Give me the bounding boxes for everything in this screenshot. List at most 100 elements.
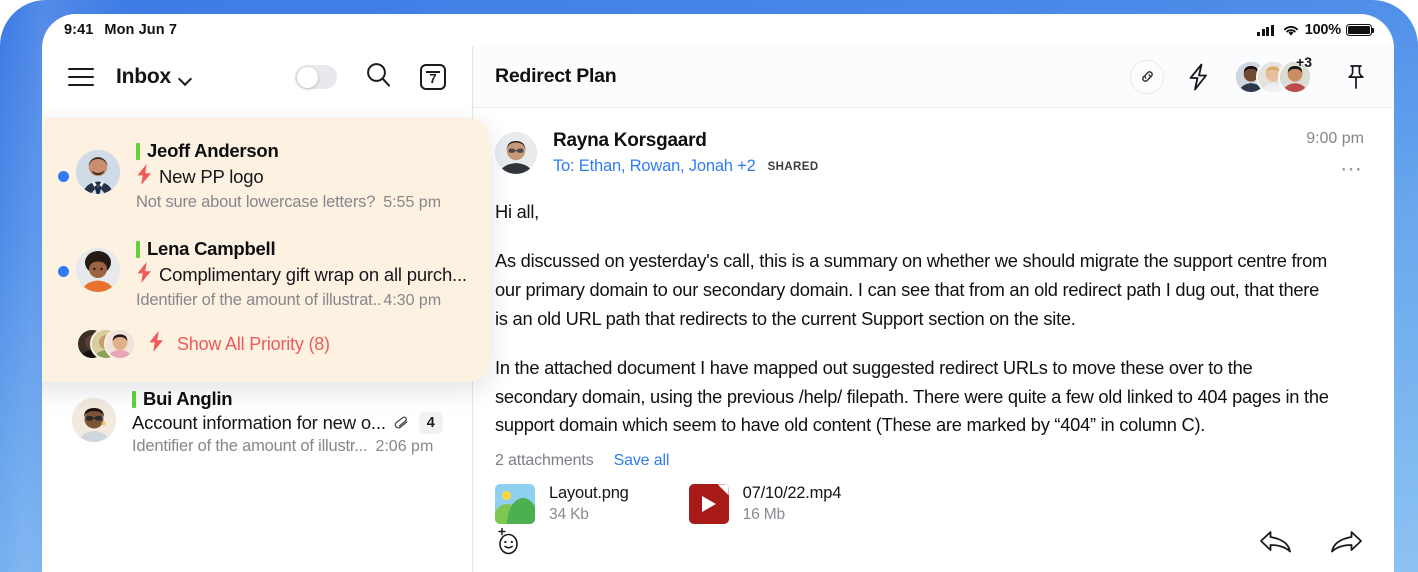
attachments-header: 2 attachments Save all <box>495 452 1364 470</box>
attachment-indicator: 4 <box>394 412 443 435</box>
main-panes: Inbox 7 Jeoff Anderson New PP logo Not s… <box>42 46 1394 572</box>
status-bar-left: 9:41 Mon Jun 7 <box>64 22 177 38</box>
sender-name: Jeoff Anderson <box>147 140 279 161</box>
priority-bar <box>136 142 140 160</box>
avatar <box>76 150 120 194</box>
message-meta: Rayna Korsgaard To: Ethan, Rowan, Jonah … <box>553 130 1306 176</box>
battery-icon <box>1346 23 1375 37</box>
show-all-priority-label: Show All Priority (8) <box>177 333 330 354</box>
mail-list-pane: Inbox 7 Jeoff Anderson New PP logo Not s… <box>42 46 490 572</box>
status-bar: 9:41 Mon Jun 7 100% <box>42 14 1394 46</box>
participants-avatars[interactable]: +3 <box>1234 54 1318 95</box>
priority-bar <box>136 240 140 258</box>
status-time: 9:41 <box>64 22 94 38</box>
unread-dot <box>58 170 69 182</box>
page-fold-shape <box>717 484 729 496</box>
list-item[interactable]: Jeoff Anderson New PP logo Not sure abou… <box>42 130 490 222</box>
message-header: Rayna Korsgaard To: Ethan, Rowan, Jonah … <box>495 130 1364 180</box>
sender-row: Bui Anglin <box>132 388 459 410</box>
message-recipients[interactable]: To: Ethan, Rowan, Jonah +2 <box>553 157 756 176</box>
focus-toggle[interactable] <box>295 65 337 89</box>
subject-row: Complimentary gift wrap on all purch... <box>136 262 474 288</box>
page-title: Inbox <box>116 65 171 88</box>
preview-row: Not sure about lowercase letters? 5:55 p… <box>136 193 474 212</box>
message-paragraph: As discussed on yesterday's call, this i… <box>495 249 1328 329</box>
message-timestamp: 9:00 pm <box>1306 130 1364 147</box>
list-item[interactable]: Bui Anglin Account information for new o… <box>42 376 473 468</box>
subject-text: Account information for new o... <box>132 412 386 434</box>
status-date: Mon Jun 7 <box>104 22 178 38</box>
lightning-bolt-icon <box>136 262 153 288</box>
preview-text: Not sure about lowercase letters? <box>136 193 376 211</box>
subject-text: New PP logo <box>159 166 264 187</box>
shared-badge: SHARED <box>767 160 819 173</box>
message-container: Rayna Korsgaard To: Ethan, Rowan, Jonah … <box>473 108 1394 525</box>
hamburger-menu-icon[interactable] <box>68 68 94 86</box>
calendar-icon[interactable]: 7 <box>420 64 446 90</box>
forward-arrow-icon[interactable] <box>1328 527 1364 555</box>
chevron-down-icon[interactable] <box>180 73 191 84</box>
unread-dot <box>58 265 69 277</box>
status-bar-right: 100% <box>1256 22 1375 38</box>
app-screen: 9:41 Mon Jun 7 100% Inbox 7 Jeoff Anders… <box>42 14 1394 572</box>
message-paragraph: In the attached document I have mapped o… <box>495 356 1329 436</box>
preview-row: Identifier of the amount of illustrat.. … <box>136 291 474 310</box>
list-item-body: Bui Anglin Account information for new o… <box>132 388 459 456</box>
list-item-body: Jeoff Anderson New PP logo Not sure abou… <box>136 140 474 212</box>
lightning-bolt-icon <box>148 331 165 357</box>
avatar-stack <box>76 326 142 362</box>
reading-pane: Redirect Plan +3 Rayna Korsgaard To: Eth… <box>473 46 1394 572</box>
calendar-day-number: 7 <box>429 71 437 86</box>
save-all-button[interactable]: Save all <box>614 452 670 470</box>
attachment-count: 4 <box>418 412 443 435</box>
avatar <box>104 328 136 360</box>
show-all-priority-button[interactable]: Show All Priority (8) <box>42 320 490 370</box>
thread-title: Redirect Plan <box>495 65 617 87</box>
priority-card: Jeoff Anderson New PP logo Not sure abou… <box>42 118 490 382</box>
list-item-body: Lena Campbell Complimentary gift wrap on… <box>136 238 474 310</box>
sun-shape <box>502 491 511 501</box>
subject-row: Account information for new o... 4 <box>132 412 459 435</box>
subject-row: New PP logo <box>136 164 474 190</box>
priority-bar <box>132 390 136 408</box>
timestamp: 2:06 pm <box>375 438 434 456</box>
attachment-name: Layout.png <box>549 484 629 503</box>
add-reaction-icon[interactable] <box>495 526 523 556</box>
message-action-bar <box>473 510 1394 572</box>
preview-text: Identifier of the amount of illustrat.. <box>136 291 382 309</box>
attachments-count: 2 attachments <box>495 452 594 470</box>
reading-pane-toolbar: Redirect Plan +3 <box>473 46 1394 108</box>
pin-icon[interactable] <box>1344 63 1368 91</box>
list-toolbar: Inbox 7 <box>42 46 472 108</box>
timestamp: 4:30 pm <box>383 292 442 309</box>
avatar <box>495 132 537 174</box>
timestamp: 5:55 pm <box>383 194 442 211</box>
lightning-bolt-icon[interactable] <box>1186 63 1210 91</box>
calendar-bar <box>426 71 440 73</box>
more-options-icon[interactable]: ⋯ <box>1306 157 1364 179</box>
message-body: Hi all, As discussed on yesterday's call… <box>495 198 1364 440</box>
message-header-right: 9:00 pm ⋯ <box>1306 130 1364 180</box>
lightning-bolt-icon <box>136 164 153 190</box>
link-icon[interactable] <box>1130 59 1164 94</box>
participants-overflow-count: +3 <box>1296 53 1312 70</box>
message-recipients-row: To: Ethan, Rowan, Jonah +2 SHARED <box>553 157 1306 176</box>
sender-name: Lena Campbell <box>147 238 276 259</box>
mail-list: Bui Anglin Account information for new o… <box>42 376 473 468</box>
sender-row: Lena Campbell <box>136 238 474 260</box>
battery-percent: 100% <box>1304 22 1341 38</box>
avatar <box>72 398 116 442</box>
subject-text: Complimentary gift wrap on all purch... <box>159 264 467 285</box>
sender-row: Jeoff Anderson <box>136 140 474 162</box>
preview-row: Identifier of the amount of illustr... 2… <box>132 437 459 456</box>
preview-text: Identifier of the amount of illustr... <box>132 437 368 456</box>
reply-arrow-icon[interactable] <box>1258 527 1294 555</box>
message-sender: Rayna Korsgaard <box>553 130 707 151</box>
wifi-icon <box>1282 24 1300 37</box>
cellular-signal-icon <box>1256 24 1274 36</box>
avatar <box>76 248 120 292</box>
search-icon[interactable] <box>365 61 392 93</box>
attachment-name: 07/10/22.mp4 <box>742 484 842 503</box>
list-item[interactable]: Lena Campbell Complimentary gift wrap on… <box>42 222 490 320</box>
message-paragraph: Hi all, <box>495 201 539 222</box>
